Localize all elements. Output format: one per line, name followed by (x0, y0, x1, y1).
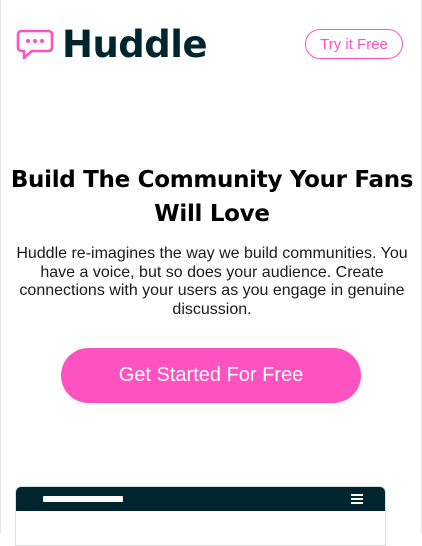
hamburger-menu-icon (351, 494, 363, 504)
logo[interactable]: Huddle (16, 23, 208, 66)
hero-title-line-1: Build The Community Your Fans (10, 167, 414, 193)
hero-description: Huddle re-imagines the way we build comm… (16, 245, 408, 318)
chat-bubble-icon (16, 29, 54, 60)
site-header: Huddle Try it Free (16, 24, 403, 66)
get-started-button[interactable]: Get Started For Free (61, 348, 361, 403)
logo-text: Huddle (62, 23, 208, 66)
app-mockup (15, 486, 386, 546)
try-it-free-button[interactable]: Try it Free (305, 29, 403, 59)
mockup-top-bar (16, 487, 385, 511)
page-frame: Huddle Try it Free Build The Community Y… (0, 0, 422, 546)
mockup-title-placeholder (43, 496, 123, 502)
hero-title: Build The Community Your Fans Will Love (1, 163, 422, 231)
hero-title-line-2: Will Love (154, 201, 270, 227)
